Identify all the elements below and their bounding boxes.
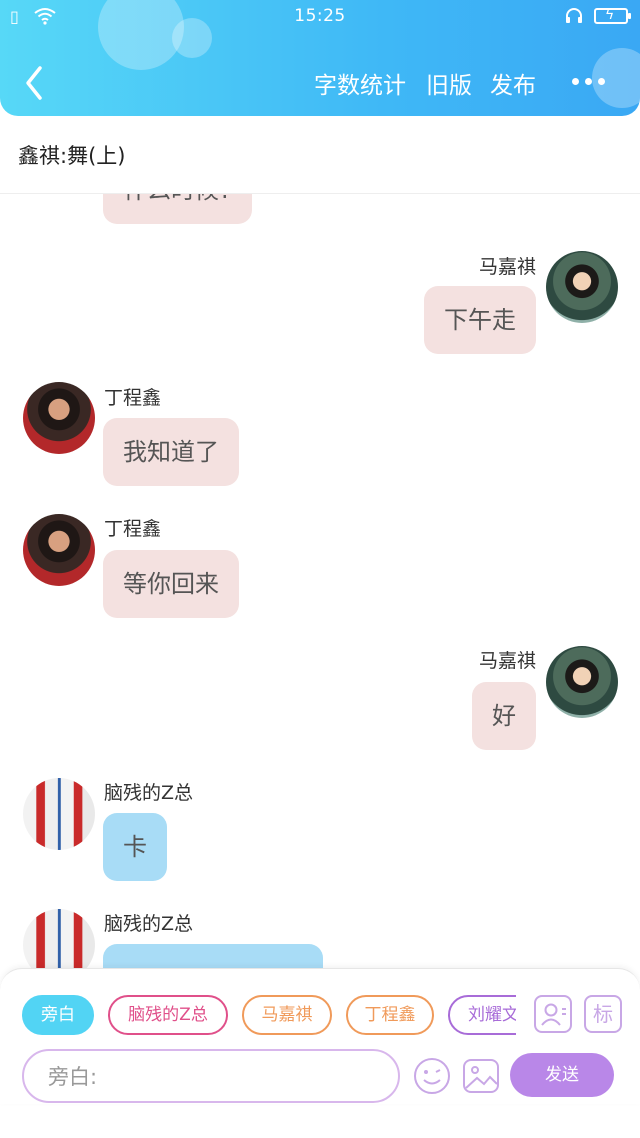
message-bubble[interactable]: 等你回来 [103, 550, 239, 618]
avatar[interactable] [23, 514, 95, 586]
status-time: 15:25 [294, 6, 346, 26]
avatar[interactable] [23, 382, 95, 454]
sender-name: 脑残的Z总 [104, 782, 194, 804]
sender-name: 马嘉祺 [478, 650, 536, 672]
sender-name: 丁程鑫 [104, 518, 162, 540]
story-title: 鑫祺:舞(上) [18, 144, 126, 168]
message-bubble[interactable]: 卡 [103, 813, 167, 881]
more-button[interactable] [570, 62, 610, 98]
more-dot [598, 78, 605, 85]
message-bubble[interactable]: 下午走 [424, 286, 536, 354]
nav-bar: 字数统计 旧版 发布 [0, 58, 640, 104]
message-bubble[interactable] [103, 944, 323, 970]
avatar[interactable] [23, 909, 95, 970]
send-button[interactable]: 发送 [510, 1053, 614, 1097]
story-title-bar: 鑫祺:舞(上) [0, 116, 640, 194]
battery-icon: ϟ [594, 7, 631, 24]
sender-name: 马嘉祺 [478, 256, 536, 278]
chat-area[interactable]: 什么时候? 马嘉祺 下午走 丁程鑫 我知道了 丁程鑫 等你回来 马嘉祺 好 脑残… [0, 194, 640, 970]
role-chip-narrator[interactable]: 旁白 [22, 995, 94, 1035]
headset-icon [564, 7, 584, 29]
emoji-icon[interactable] [413, 1057, 451, 1095]
message-bubble[interactable]: 我知道了 [103, 418, 239, 486]
tag-button[interactable]: 标 [584, 995, 622, 1033]
sender-name: 丁程鑫 [104, 387, 162, 409]
compose-panel: 旁白 脑残的Z总 马嘉祺 丁程鑫 刘耀文 标 发送 [0, 968, 640, 1104]
more-dots-icon [572, 78, 579, 85]
message-input[interactable] [48, 1061, 378, 1093]
message-bubble[interactable]: 好 [472, 682, 536, 750]
publish-button[interactable]: 发布 [490, 66, 536, 100]
contact-card-icon[interactable] [534, 995, 572, 1033]
message-input-box[interactable] [22, 1049, 400, 1103]
role-chip[interactable]: 脑残的Z总 [108, 995, 228, 1035]
status-bar: ▯ 15:25 ϟ [0, 0, 640, 34]
back-button[interactable] [20, 62, 50, 102]
avatar[interactable] [23, 778, 95, 850]
role-chip[interactable]: 马嘉祺 [242, 995, 332, 1035]
role-chip[interactable]: 刘耀文 [448, 995, 516, 1035]
chevron-left-icon [26, 66, 42, 100]
tag-label: 标 [593, 1002, 613, 1026]
role-chip[interactable]: 丁程鑫 [346, 995, 434, 1035]
app-header: ▯ 15:25 ϟ 字数统计 旧版 发布 [0, 0, 640, 116]
message-bubble[interactable]: 什么时候? [103, 194, 252, 224]
word-count-button[interactable]: 字数统计 [314, 66, 406, 100]
image-icon[interactable] [462, 1057, 500, 1095]
old-version-button[interactable]: 旧版 [426, 66, 472, 100]
avatar[interactable] [546, 251, 618, 323]
more-dot [585, 78, 592, 85]
role-chip-clip: 刘耀文 [448, 969, 516, 1059]
sender-name: 脑残的Z总 [104, 913, 194, 935]
avatar[interactable] [546, 646, 618, 718]
